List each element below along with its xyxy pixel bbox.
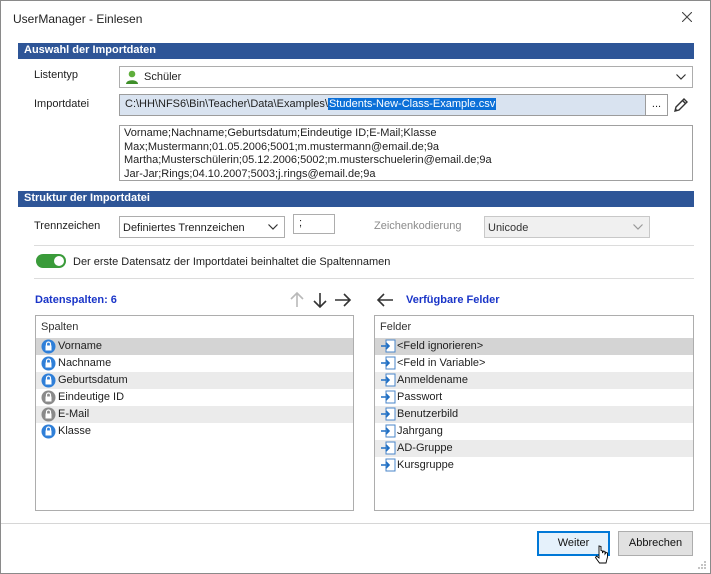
list-item[interactable]: Nachname: [36, 355, 353, 372]
list-item-label: <Feld in Variable>: [397, 357, 486, 369]
chevron-down-icon: [633, 224, 643, 230]
chevron-down-icon: [676, 74, 686, 80]
field-import-icon: [381, 373, 396, 387]
divider: [34, 245, 694, 246]
list-item[interactable]: <Feld ignorieren>: [375, 338, 693, 355]
preview-line: Martha;Musterschülerin;05.12.2006;5002;m…: [124, 154, 492, 166]
chevron-down-icon: [268, 224, 278, 230]
mouse-cursor-icon: [595, 545, 608, 564]
preview-line: Jar-Jar;Rings;04.10.2007;5003;j.rings@em…: [124, 167, 376, 180]
preview-line: Vorname;Nachname;Geburtsdatum;Eindeutige…: [124, 127, 437, 139]
toggle-knob: [54, 256, 64, 266]
list-item[interactable]: Jahrgang: [375, 423, 693, 440]
separator-select[interactable]: Definiertes Trennzeichen: [119, 216, 285, 238]
arrow-right-icon[interactable]: [333, 290, 353, 310]
encoding-select[interactable]: Unicode: [484, 216, 650, 238]
importfile-path-selected: Students-New-Class-Example.csv: [327, 98, 497, 110]
window-title: UserManager - Einlesen: [13, 12, 143, 26]
importfile-label: Importdatei: [34, 98, 90, 110]
footer-divider: [1, 523, 710, 524]
lock-blue-icon: [41, 339, 56, 354]
fields-list-header: Felder: [380, 321, 412, 333]
separator-value: Definiertes Trennzeichen: [123, 222, 245, 234]
field-import-icon: [381, 356, 396, 370]
importfile-input[interactable]: C:\HH\NFS6\Bin\Teacher\Data\Examples\Stu…: [119, 94, 646, 116]
close-icon: [682, 12, 692, 22]
importfile-path-prefix: C:\HH\NFS6\Bin\Teacher\Data\Examples\: [125, 98, 328, 110]
encoding-value: Unicode: [488, 222, 529, 234]
resize-grip-icon[interactable]: [697, 560, 707, 570]
list-item[interactable]: E-Mail: [36, 406, 353, 423]
list-item-label: Vorname: [58, 340, 103, 352]
list-item[interactable]: <Feld in Variable>: [375, 355, 693, 372]
listtype-value: Schüler: [144, 71, 182, 83]
header-row-toggle-label: Der erste Datensatz der Importdatei bein…: [73, 256, 391, 268]
field-import-icon: [381, 390, 396, 404]
list-item-label: Anmeldename: [397, 374, 468, 386]
close-button[interactable]: [674, 6, 700, 28]
pencil-icon[interactable]: [672, 96, 690, 114]
separator-label: Trennzeichen: [34, 220, 101, 232]
columns-list-header: Spalten: [41, 321, 79, 333]
field-import-icon: [381, 424, 396, 438]
lock-blue-icon: [41, 356, 56, 371]
user-green-icon: [126, 70, 138, 84]
list-item[interactable]: Eindeutige ID: [36, 389, 353, 406]
browse-button[interactable]: ...: [646, 94, 668, 116]
list-item-label: E-Mail: [58, 408, 90, 420]
field-import-icon: [381, 441, 396, 455]
fields-pane-title: Verfügbare Felder: [406, 294, 500, 306]
list-item[interactable]: Klasse: [36, 423, 353, 440]
list-item[interactable]: Geburtsdatum: [36, 372, 353, 389]
lock-blue-icon: [41, 424, 56, 439]
list-item[interactable]: Kursgruppe: [375, 457, 693, 474]
columns-pane-title: Datenspalten: 6: [35, 294, 117, 306]
listtype-label: Listentyp: [34, 69, 79, 81]
list-item-label: Passwort: [397, 391, 443, 403]
separator-char-input[interactable]: ;: [293, 214, 335, 234]
arrow-down-icon[interactable]: [310, 290, 330, 310]
list-item-label: Kursgruppe: [397, 459, 454, 471]
list-item[interactable]: Vorname: [36, 338, 353, 355]
list-item[interactable]: Benutzerbild: [375, 406, 693, 423]
list-item-label: Nachname: [58, 357, 112, 369]
import-dialog: UserManager - Einlesen Auswahl der Impor…: [0, 0, 711, 574]
cancel-button[interactable]: Abbrechen: [618, 531, 693, 556]
section-header-structure: Struktur der Importdatei: [18, 191, 694, 207]
list-item-label: Benutzerbild: [397, 408, 459, 420]
title-bar: UserManager - Einlesen: [1, 1, 710, 37]
arrow-up-icon[interactable]: [287, 290, 307, 310]
section-header-import-data: Auswahl der Importdaten: [18, 43, 694, 59]
lock-blue-icon: [41, 373, 56, 388]
lock-grey-icon: [41, 390, 56, 405]
fields-list[interactable]: Felder <Feld ignorieren> <Feld in Variab…: [374, 315, 694, 511]
header-row-toggle[interactable]: [36, 254, 66, 268]
list-item-label: Eindeutige ID: [58, 391, 125, 403]
encoding-label: Zeichenkodierung: [374, 220, 462, 232]
lock-grey-icon: [41, 407, 56, 422]
columns-list[interactable]: Spalten Vorname Nachname Geburtsdatum Ei…: [35, 315, 354, 511]
field-import-icon: [381, 407, 396, 421]
file-preview: Vorname;Nachname;Geburtsdatum;Eindeutige…: [119, 125, 693, 181]
listtype-select[interactable]: Schüler: [119, 66, 693, 88]
arrow-left-icon[interactable]: [375, 290, 395, 310]
list-item-label: <Feld ignorieren>: [397, 340, 484, 352]
field-import-icon: [381, 339, 396, 353]
list-item[interactable]: Passwort: [375, 389, 693, 406]
list-item-label: Klasse: [58, 425, 92, 437]
list-item-label: Jahrgang: [397, 425, 443, 437]
field-import-icon: [381, 458, 396, 472]
preview-line: Max;Mustermann;01.05.2006;5001;m.musterm…: [124, 140, 440, 153]
list-item[interactable]: AD-Gruppe: [375, 440, 693, 457]
list-item-label: Geburtsdatum: [58, 374, 128, 386]
list-item[interactable]: Anmeldename: [375, 372, 693, 389]
list-item-label: AD-Gruppe: [397, 442, 453, 454]
divider: [34, 278, 694, 279]
